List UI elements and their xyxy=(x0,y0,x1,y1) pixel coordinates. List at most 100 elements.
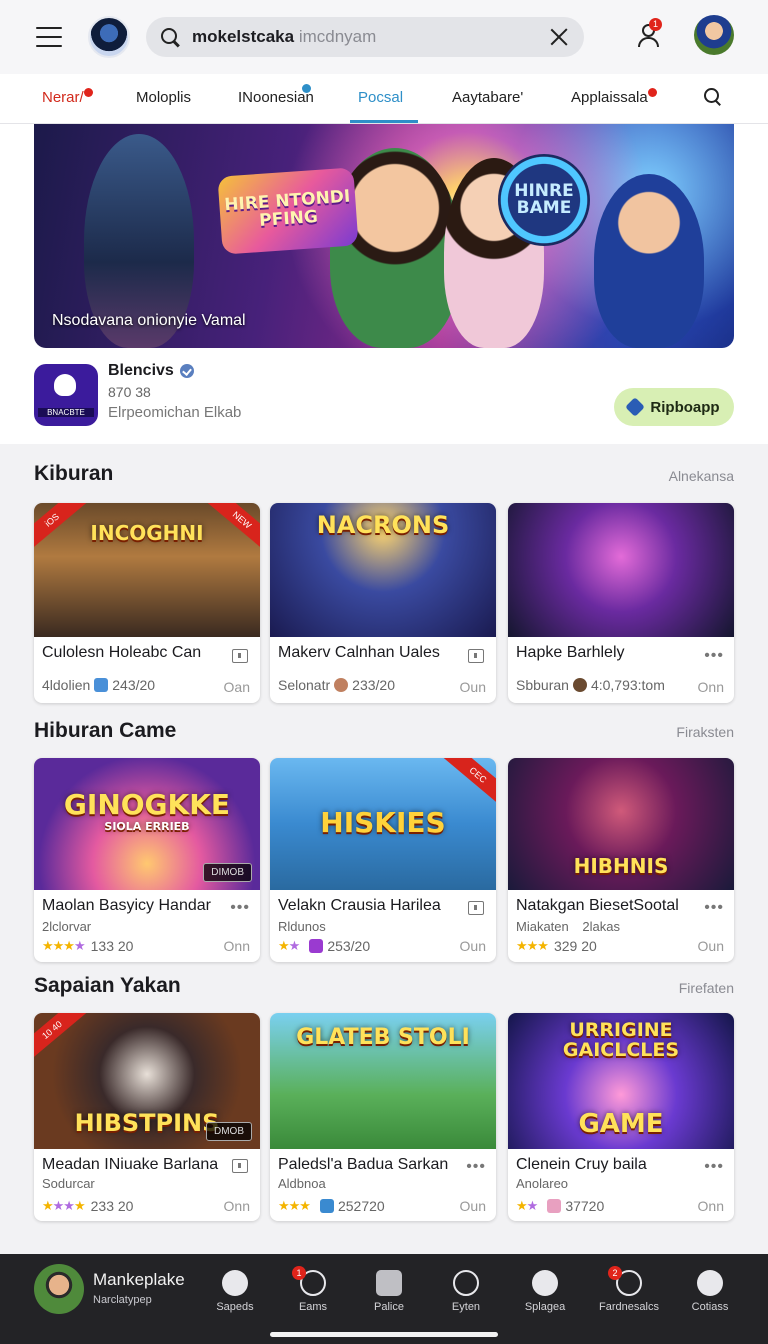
section-see-all-link[interactable]: Firefaten xyxy=(0,980,734,996)
game-subtitle: Sodurcar xyxy=(42,1176,95,1191)
app-subtitle: Elrpeomichan Elkab xyxy=(108,404,242,421)
tab-aaytabare[interactable]: Aaytabare' xyxy=(452,74,523,122)
tab-applaissala[interactable]: Applaissala xyxy=(571,74,648,122)
hero-kid-figure xyxy=(594,174,704,348)
game-meta: Selonatr 233/20 xyxy=(278,677,395,693)
more-options-icon[interactable]: ••• xyxy=(704,899,724,917)
game-subtitle: Anolareo xyxy=(516,1176,569,1191)
more-options-icon[interactable]: ••• xyxy=(230,899,250,917)
game-card[interactable]: HIBHNIS Natakgan BiesetSootal ••• Miakat… xyxy=(508,758,734,962)
rating-stars-icon: ★★ xyxy=(278,938,300,953)
featured-section: HIRE NTONDI PFING HINRE BAME Nsodavana o… xyxy=(0,124,768,444)
game-title: Paledsl'a Badua Sarkan xyxy=(278,1156,449,1173)
verified-icon xyxy=(179,363,194,378)
game-title: Natakgan BiesetSootal xyxy=(516,897,679,914)
game-price: Oun xyxy=(697,938,724,954)
user-avatar[interactable] xyxy=(694,15,734,55)
game-price: Onn xyxy=(223,1198,250,1214)
tab-inoonesian[interactable]: INoonesian xyxy=(238,74,314,122)
rating-stars-icon: ★★★★ xyxy=(42,1198,86,1213)
game-card[interactable]: HIBSTPINS 10 40 DMOB Meadan INiuake Barl… xyxy=(34,1013,260,1221)
search-input[interactable]: mokelstcaka imcdnyam xyxy=(146,17,584,57)
game-card[interactable]: Hapke Barhlely ••• Sbburan 4:0,793:tom On… xyxy=(508,503,734,703)
tab-badge xyxy=(302,84,311,93)
game-title: Velakn Crausia Harilea xyxy=(278,897,441,914)
game-art xyxy=(508,503,734,637)
gamepad-icon xyxy=(697,1270,723,1296)
check-badge-icon xyxy=(222,1270,248,1296)
hero-banner[interactable]: HIRE NTONDI PFING HINRE BAME Nsodavana o… xyxy=(34,124,734,348)
rating-stars-icon: ★★★ xyxy=(278,1198,311,1213)
tab-nerar[interactable]: Nerar/ xyxy=(42,74,84,122)
nav-item-cotiass[interactable]: Cotiass xyxy=(670,1270,750,1313)
library-icon xyxy=(376,1270,402,1296)
save-icon[interactable] xyxy=(232,649,248,663)
menu-icon[interactable] xyxy=(36,27,62,47)
profile-avatar[interactable] xyxy=(34,1264,84,1314)
nav-item-splagea[interactable]: Splagea xyxy=(505,1270,585,1313)
more-options-icon[interactable]: ••• xyxy=(704,1158,724,1176)
nav-item-palice[interactable]: Palice xyxy=(349,1270,429,1313)
tab-moloplis[interactable]: Moloplis xyxy=(136,74,191,122)
game-price: Onn xyxy=(223,938,250,954)
game-art: GINOGKKE SIOLA ERRIEB DIMOB xyxy=(34,758,260,890)
game-art: HIBSTPINS 10 40 DMOB xyxy=(34,1013,260,1149)
game-card[interactable]: INCOGHNI iOS NEW Culolesn Holeabc Can 4l… xyxy=(34,503,260,703)
game-card[interactable]: GINOGKKE SIOLA ERRIEB DIMOB Maolan Basyi… xyxy=(34,758,260,962)
game-title: Makerv Calnhan Uales xyxy=(278,644,440,661)
app-name: Blencivs xyxy=(108,362,194,380)
notification-badge: 1 xyxy=(649,18,662,31)
nav-item-eyten[interactable]: Eyten xyxy=(426,1270,506,1313)
game-price: Oun xyxy=(459,679,486,695)
tab-badge xyxy=(648,88,657,97)
search-icon xyxy=(160,27,180,47)
game-price: Oan xyxy=(223,679,250,695)
save-icon[interactable] xyxy=(468,901,484,915)
nav-item-fardnesalcs[interactable]: 2 Fardnesalcs xyxy=(589,1266,669,1313)
game-title: Clenein Cruy baila xyxy=(516,1156,647,1173)
game-card[interactable]: NACRONS Makerv Calnhan Uales Selonatr 233… xyxy=(270,503,496,703)
game-art: URRIGINE GAICLCLES GAME xyxy=(508,1013,734,1149)
game-price: Oun xyxy=(459,938,486,954)
more-options-icon[interactable]: ••• xyxy=(704,647,724,665)
game-art: GLATEB STOLI xyxy=(270,1013,496,1149)
search-value[interactable]: mokelstcaka imcdnyam xyxy=(192,27,548,47)
nav-item-eams[interactable]: 1 Eams xyxy=(273,1266,353,1313)
game-subtitle: 2lclorvar xyxy=(42,919,92,934)
clear-search-icon[interactable] xyxy=(548,26,570,48)
game-card[interactable]: HISKIES CEC Velakn Crausia Harilea Rldun… xyxy=(270,758,496,962)
home-indicator[interactable] xyxy=(270,1332,498,1337)
game-meta: ★★★★ 133 20 xyxy=(42,938,134,954)
featured-app[interactable]: BNACBTE Blencivs 870 38 Elrpeomichan Elk… xyxy=(34,362,734,428)
section-see-all-link[interactable]: Alnekansa xyxy=(0,468,734,484)
game-price: Oun xyxy=(459,1198,486,1214)
arrow-icon xyxy=(625,397,646,417)
profile-name[interactable]: Mankeplake xyxy=(93,1270,185,1290)
chart-icon: 1 xyxy=(292,1266,326,1296)
hero-circle-logo: HINRE BAME xyxy=(498,154,590,246)
active-tab-indicator xyxy=(350,120,418,123)
game-meta: ★★ 37720 xyxy=(516,1198,605,1214)
game-card[interactable]: URRIGINE GAICLCLES GAME Clenein Cruy bai… xyxy=(508,1013,734,1221)
tab-search-icon[interactable] xyxy=(704,88,722,106)
tab-pocsal[interactable]: Pocsal xyxy=(358,74,403,122)
brand-logo[interactable] xyxy=(88,16,130,58)
game-art: HIBHNIS xyxy=(508,758,734,890)
hero-game-logo: HIRE NTONDI PFING xyxy=(217,167,359,255)
game-subtitle: Aldbnoa xyxy=(278,1176,326,1191)
more-options-icon[interactable]: ••• xyxy=(466,1158,486,1176)
game-meta: Sbburan 4:0,793:tom xyxy=(516,677,665,693)
profile-subtitle: Narclatypep xyxy=(93,1294,152,1306)
game-card[interactable]: GLATEB STOLI Paledsl'a Badua Sarkan ••• … xyxy=(270,1013,496,1221)
save-icon[interactable] xyxy=(232,1159,248,1173)
install-button[interactable]: Ripboapp xyxy=(614,388,734,426)
game-meta: ★★★ 329 20 xyxy=(516,938,597,954)
section-see-all-link[interactable]: Firaksten xyxy=(0,724,734,740)
bottom-navigation: Mankeplake Narclatypep Sapeds 1 Eams Pal… xyxy=(0,1254,768,1344)
game-title: Hapke Barhlely xyxy=(516,644,625,661)
app-icon[interactable]: BNACBTE xyxy=(34,364,98,426)
game-price: Onn xyxy=(697,1198,724,1214)
account-icon[interactable]: 1 xyxy=(636,18,662,50)
save-icon[interactable] xyxy=(468,649,484,663)
nav-item-sapeds[interactable]: Sapeds xyxy=(195,1270,275,1313)
